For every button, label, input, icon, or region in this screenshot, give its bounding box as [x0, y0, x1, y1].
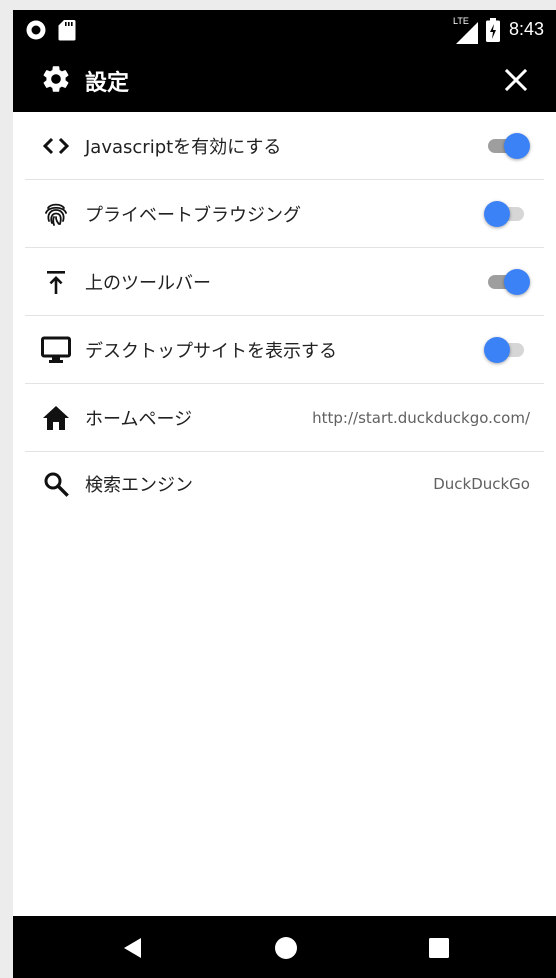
private-browsing-toggle[interactable]	[484, 199, 530, 229]
vertical-align-top-icon	[39, 265, 73, 299]
fingerprint-icon	[39, 197, 73, 231]
home-button-icon[interactable]	[274, 936, 298, 960]
setting-label: 上のツールバー	[85, 272, 211, 294]
setting-javascript[interactable]: Javascriptを有効にする	[25, 112, 544, 180]
javascript-toggle[interactable]	[484, 131, 530, 161]
page-title: 設定	[85, 71, 130, 96]
setting-homepage[interactable]: ホームページ http://start.duckduckgo.com/	[25, 384, 544, 452]
setting-search-engine[interactable]: 検索エンジン DuckDuckGo	[25, 452, 544, 516]
battery-charging-icon	[486, 18, 500, 42]
back-icon[interactable]	[121, 936, 143, 960]
status-bar: LTE 8:43	[13, 10, 556, 50]
desktop-site-toggle[interactable]	[484, 335, 530, 365]
toggle-thumb	[484, 336, 510, 363]
setting-private-browsing[interactable]: プライベートブラウジング	[25, 180, 544, 248]
setting-label: Javascriptを有効にする	[85, 136, 282, 158]
sd-card-icon	[58, 20, 76, 41]
setting-label: 検索エンジン	[85, 475, 193, 496]
setting-top-toolbar[interactable]: 上のツールバー	[25, 248, 544, 316]
settings-gear-icon	[43, 66, 69, 92]
code-icon	[39, 129, 73, 163]
setting-desktop-site[interactable]: デスクトップサイトを表示する	[25, 316, 544, 384]
setting-label: デスクトップサイトを表示する	[85, 340, 337, 362]
home-icon	[39, 401, 73, 435]
setting-label: ホームページ	[85, 408, 193, 430]
search-engine-value: DuckDuckGo	[433, 475, 530, 493]
close-icon[interactable]	[503, 67, 529, 93]
desktop-icon	[39, 333, 73, 367]
setting-label: プライベートブラウジング	[85, 204, 301, 226]
app-bar: 設定	[13, 50, 556, 112]
toggle-thumb	[504, 268, 530, 295]
top-toolbar-toggle[interactable]	[484, 267, 530, 297]
navigation-bar	[13, 916, 556, 978]
signal-icon	[456, 22, 478, 44]
sync-icon	[26, 20, 46, 40]
toggle-thumb	[504, 132, 530, 159]
app-screen: LTE 8:43 設定 Javascriptを有効にする プライベートブラウジン…	[13, 10, 556, 978]
recents-icon[interactable]	[428, 937, 450, 959]
clock: 8:43	[509, 19, 545, 39]
settings-list: Javascriptを有効にする プライベートブラウジング 上のツールバー デス…	[13, 112, 556, 516]
search-icon	[39, 467, 73, 501]
homepage-url-value: http://start.duckduckgo.com/	[312, 408, 530, 427]
toggle-thumb	[484, 200, 510, 227]
